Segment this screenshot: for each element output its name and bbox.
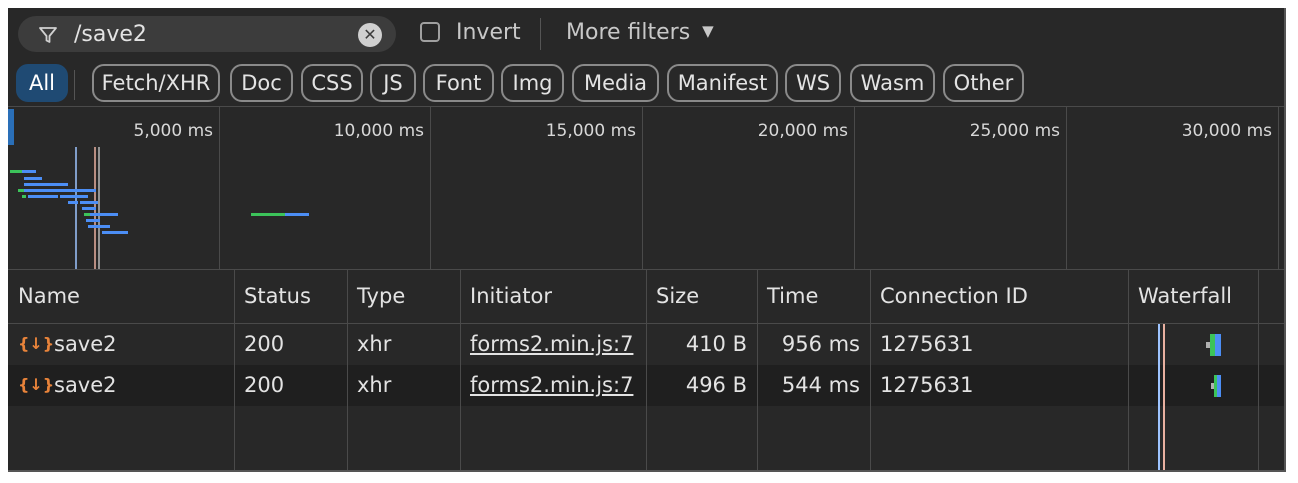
invert-checkbox[interactable] [420,22,440,42]
type-filter-media[interactable]: Media [572,64,659,102]
overview-tick-label: 15,000 ms [545,121,636,141]
more-filters-label: More filters [566,20,691,45]
cell-status: 200 [244,332,285,356]
column-header-initiator[interactable]: Initiator [460,269,646,323]
overview-request-bars [10,147,309,269]
column-divider [234,269,235,470]
overview-column: 20,000 ms [642,107,855,269]
waterfall-bar [1206,334,1221,356]
type-filter-wasm[interactable]: Wasm [850,64,935,102]
column-divider [870,269,871,470]
column-divider [646,269,647,470]
type-filter-all[interactable]: All [16,64,68,102]
type-filter-font[interactable]: Font [423,64,494,102]
filter-text[interactable]: /save2 [74,22,147,47]
column-divider [1128,269,1129,470]
cell-connection-id: 1275631 [880,332,974,356]
type-filter-js[interactable]: JS [370,64,416,102]
column-header-status[interactable]: Status [234,269,347,323]
column-divider [757,269,758,470]
cell-initiator-link[interactable]: forms2.min.js:7 [460,324,646,365]
cell-type: xhr [357,373,392,397]
cell-type: xhr [357,332,392,356]
funnel-icon [39,27,57,43]
cell-size: 410 B [685,332,747,356]
caret-down-icon: ▼ [702,22,714,40]
overview-column: 15,000 ms [430,107,643,269]
overview-tick-label: 25,000 ms [969,121,1060,141]
type-filter-css[interactable]: CSS [301,64,363,102]
cell-size: 496 B [685,373,747,397]
cell-connection-id: 1275631 [880,373,974,397]
clear-filter-icon[interactable]: ✕ [358,23,382,47]
column-header-size[interactable]: Size [646,269,757,323]
column-header-time[interactable]: Time [757,269,870,323]
cell-name: save2 [54,373,117,397]
type-filter-other[interactable]: Other [943,64,1024,102]
chip-divider [74,70,75,100]
overview-tick-label: 10,000 ms [333,121,424,141]
cell-initiator-link[interactable]: forms2.min.js:7 [460,365,646,406]
column-header-type[interactable]: Type [347,269,460,323]
cell-time: 544 ms [781,373,860,397]
invert-label[interactable]: Invert [456,20,521,45]
more-filters-dropdown[interactable]: More filters ▼ [566,20,714,45]
column-divider [347,269,348,470]
column-header-connection-id[interactable]: Connection ID [870,269,1128,323]
overview-tick-label: 20,000 ms [757,121,848,141]
waterfall-dom-content-loaded-line [1158,324,1160,470]
filter-input[interactable]: /save2 ✕ [18,16,396,52]
type-filter-doc[interactable]: Doc [230,64,293,102]
overview-tick-label: 30,000 ms [1181,121,1272,141]
type-filter-manifest[interactable]: Manifest [667,64,778,102]
column-header-name[interactable]: Name [8,269,234,323]
waterfall-load-line [1163,324,1165,470]
cell-name: save2 [54,332,117,356]
type-filter-img[interactable]: Img [501,64,564,102]
cell-time: 956 ms [781,332,860,356]
column-header-waterfall[interactable]: Waterfall [1128,269,1284,323]
overview-timeline[interactable]: 5,000 ms 10,000 ms 15,000 ms 20,000 ms 2… [8,106,1284,270]
overview-column: 25,000 ms [854,107,1067,269]
overview-column: 30,000 ms [1066,107,1279,269]
column-divider [1258,269,1259,470]
request-table: Name Status Type Initiator Size Time Con… [8,269,1284,470]
waterfall-bar [1211,375,1221,397]
type-filter-ws[interactable]: WS [785,64,841,102]
toolbar-divider [540,18,541,50]
column-divider [460,269,461,470]
network-panel: /save2 ✕ Invert More filters ▼ All Fetch/… [8,8,1286,472]
type-filter-fetch-xhr[interactable]: Fetch/XHR [92,64,220,102]
cell-status: 200 [244,373,285,397]
